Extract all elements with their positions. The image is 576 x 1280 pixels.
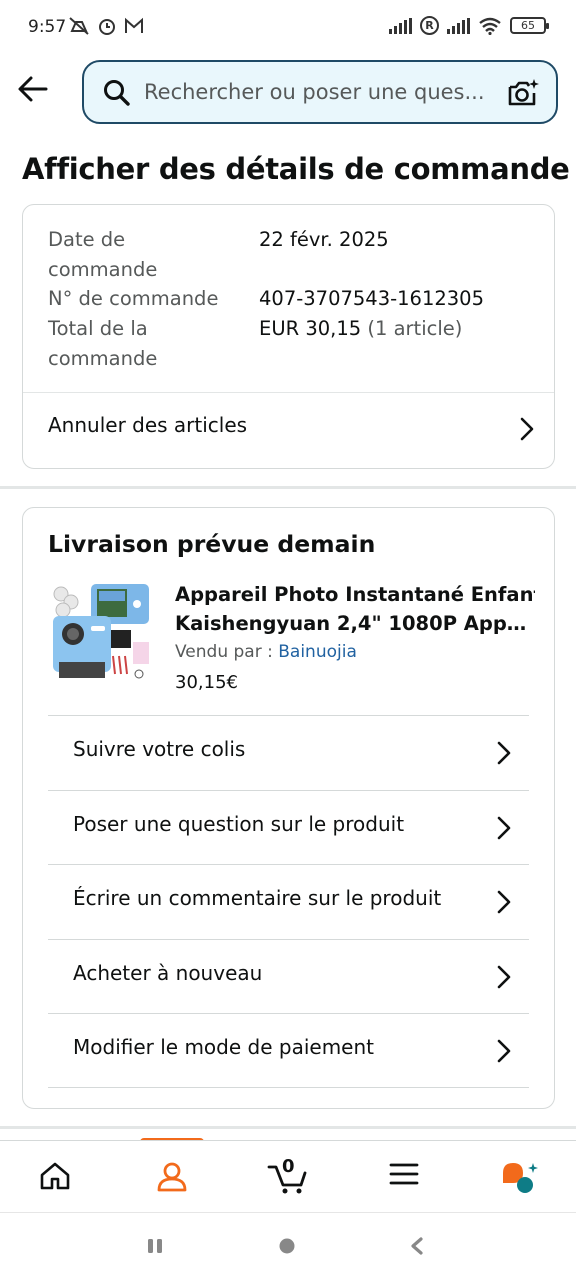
action-label: Écrire un commentaire sur le produit [73, 886, 442, 910]
chevron-right-icon [497, 1039, 511, 1063]
back-button-icon[interactable] [408, 1237, 426, 1255]
change-payment-link[interactable]: Modifier le mode de paiement [48, 1013, 529, 1088]
product-name-line2[interactable]: Kaishengyuan 2,4" 1080P Appar... [175, 609, 535, 638]
order-total-label: Total de la commande [48, 317, 158, 370]
status-time: 9:57 [28, 17, 67, 37]
order-total-items: (1 article) [367, 317, 463, 340]
chevron-right-icon [497, 965, 511, 988]
nav-rufus[interactable] [480, 1141, 560, 1213]
section-separator [0, 1126, 576, 1129]
search-bar[interactable] [82, 60, 558, 124]
track-package-link[interactable]: Suivre votre colis [48, 715, 529, 790]
action-label: Suivre votre colis [73, 737, 246, 761]
order-total-value: EUR 30,15 (1 article) [259, 314, 462, 344]
status-left-icons [68, 16, 144, 36]
signal-icon [389, 17, 412, 34]
seller-link[interactable]: Bainuojia [278, 642, 357, 662]
account-icon [157, 1162, 187, 1192]
delivery-actions-list: Suivre votre colis Poser une question su… [48, 715, 529, 1088]
cancel-items-link[interactable]: Annuler des articles [23, 393, 554, 465]
action-label: Poser une question sur le produit [73, 811, 405, 836]
menu-icon [389, 1163, 419, 1185]
buy-again-link[interactable]: Acheter à nouveau [48, 938, 529, 1014]
battery-icon: 65 [510, 17, 549, 34]
roaming-icon: R [420, 16, 439, 35]
product-price: 30,15€ [175, 672, 238, 693]
rufus-assistant-icon [503, 1163, 538, 1193]
gmail-icon [125, 17, 143, 33]
status-right-icons: R 65 [389, 16, 549, 35]
recents-icon[interactable] [146, 1237, 164, 1255]
order-date-label: Date de commande [48, 228, 158, 281]
chevron-right-icon [497, 890, 511, 914]
nav-cart[interactable] [248, 1141, 328, 1213]
delivery-title: Livraison prévue demain [48, 530, 376, 558]
order-number-value: 407-3707543-1612305 [259, 287, 484, 310]
chevron-right-icon [497, 816, 511, 839]
signal-icon-2 [447, 17, 470, 34]
section-separator [0, 486, 576, 489]
nav-home[interactable] [15, 1141, 95, 1213]
alarm-icon [99, 19, 115, 35]
chevron-right-icon [520, 417, 534, 441]
product-image[interactable] [51, 582, 151, 682]
order-date-value: 22 févr. 2025 [259, 228, 389, 251]
order-details-card: Date de commande 22 févr. 2025 N° de com… [22, 204, 555, 469]
ask-question-link[interactable]: Poser une question sur le produit [48, 789, 529, 865]
search-input[interactable] [144, 74, 504, 110]
search-icon [104, 80, 130, 106]
nav-account[interactable] [132, 1141, 212, 1213]
status-bar: 9:57 R 65 [0, 0, 576, 56]
nav-menu[interactable] [364, 1141, 444, 1213]
product-name-line1[interactable]: Appareil Photo Instantané Enfant, [175, 580, 535, 609]
action-label: Acheter à nouveau [73, 960, 263, 985]
order-number-label: N° de commande [48, 287, 219, 310]
cancel-items-label: Annuler des articles [48, 413, 248, 437]
chevron-right-icon [497, 741, 511, 765]
home-icon [40, 1162, 70, 1190]
mute-icon [69, 17, 89, 35]
write-review-link[interactable]: Écrire un commentaire sur le produit [48, 864, 529, 939]
action-label: Modifier le mode de paiement [73, 1035, 374, 1059]
back-arrow-icon[interactable] [16, 74, 50, 104]
wifi-icon [479, 17, 501, 35]
delivery-card: Livraison prévue demain Appareil Photo I… [22, 507, 555, 1109]
order-total-amount: EUR 30,15 [259, 317, 362, 340]
sold-by-label: Vendu par : [175, 642, 273, 662]
seller-info: Vendu par : Bainuojia [175, 642, 357, 662]
camera-search-icon[interactable] [506, 77, 540, 109]
cart-count-badge: 0 [282, 1156, 295, 1177]
home-button-icon[interactable] [278, 1237, 296, 1255]
system-nav-bar [0, 1212, 576, 1280]
page-title: Afficher des détails de commande [22, 152, 570, 186]
